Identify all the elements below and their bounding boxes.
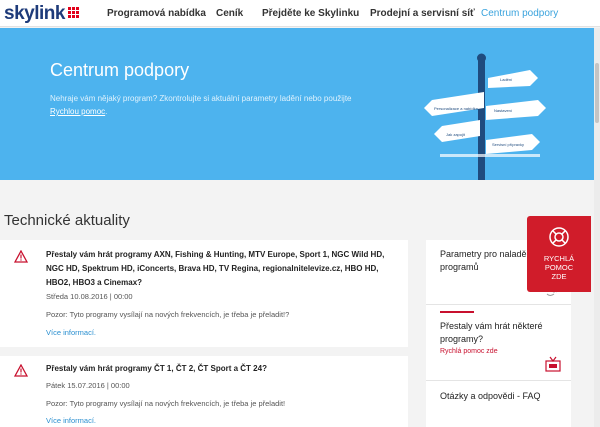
sign-label: Jak zapojit bbox=[446, 132, 466, 137]
signpost-pole bbox=[478, 60, 485, 180]
help-line: ZDE bbox=[551, 272, 567, 281]
hero-text: Nehraje vám nějaký program? Zkontrolujte… bbox=[50, 92, 380, 118]
more-info-link[interactable]: Více informací. bbox=[46, 416, 96, 425]
lifebuoy-icon bbox=[549, 227, 569, 247]
hero-banner: Centrum podpory Nehraje vám nějaký progr… bbox=[0, 28, 600, 180]
news-title[interactable]: Přestaly vám hrát programy ČT 1, ČT 2, Č… bbox=[46, 362, 394, 376]
tv-icon bbox=[545, 356, 561, 372]
quick-help-link[interactable]: Rychlou pomoc bbox=[50, 107, 105, 116]
sign-label: Personalizace a nabídka bbox=[434, 106, 479, 111]
news-body: Pozor: Tyto programy vysílají na nových … bbox=[46, 399, 286, 408]
signpost-illustration: Personalizace a nabídka Jak zapojit Nast… bbox=[424, 53, 546, 180]
quick-help-sublink[interactable]: Rychlá pomoc zde bbox=[440, 348, 498, 355]
sign-label: Ladění bbox=[500, 77, 513, 82]
nav-item-cenik[interactable]: Ceník bbox=[216, 8, 243, 19]
sign-label: Servisní přípravky bbox=[492, 142, 524, 147]
scrollbar-thumb[interactable] bbox=[595, 63, 599, 123]
nav-item-programova-nabidka[interactable]: Programová nabídka bbox=[107, 8, 206, 19]
side-accent-bar bbox=[440, 311, 474, 313]
news-date: Pátek 15.07.2016 | 00:00 bbox=[46, 381, 130, 390]
nav-item-prejdete-ke-skylinku[interactable]: Přejděte ke Skylinku bbox=[262, 8, 359, 19]
more-info-link[interactable]: Více informací. bbox=[46, 328, 96, 337]
sign-right-top bbox=[488, 70, 538, 88]
nav-item-centrum-podpory[interactable]: Centrum podpory bbox=[481, 8, 558, 19]
section-title: Technické aktuality bbox=[4, 212, 130, 229]
side-item-faq[interactable]: Otázky a odpovědi - FAQ bbox=[440, 390, 568, 403]
help-line: RYCHLÁ bbox=[543, 254, 575, 263]
news-card: Přestaly vám hrát programy AXN, Fishing … bbox=[0, 240, 408, 347]
hero-text-suffix: . bbox=[105, 107, 108, 116]
quick-help-label: RYCHLÁ POMOC ZDE bbox=[527, 254, 591, 281]
sign-label: Nastavení bbox=[494, 108, 513, 113]
side-item-prestaly[interactable]: Přestaly vám hrát některé programy? bbox=[440, 320, 568, 346]
news-title[interactable]: Přestaly vám hrát programy AXN, Fishing … bbox=[46, 248, 394, 290]
cloud bbox=[440, 154, 540, 157]
side-divider bbox=[426, 304, 571, 305]
logo-dots-icon bbox=[68, 7, 80, 19]
news-body: Pozor: Tyto programy vysílají na nových … bbox=[46, 310, 290, 319]
news-date: Středa 10.08.2016 | 00:00 bbox=[46, 292, 133, 301]
hero-title: Centrum podpory bbox=[50, 60, 190, 80]
help-line: POMOC bbox=[544, 263, 574, 272]
skylink-logo[interactable]: skylink bbox=[4, 3, 65, 25]
warning-icon bbox=[14, 250, 28, 263]
page-scrollbar[interactable] bbox=[594, 28, 600, 427]
hero-text-body: Nehraje vám nějaký program? Zkontrolujte… bbox=[50, 94, 352, 103]
top-navigation: skylink Programová nabídka Ceník Přejdět… bbox=[0, 0, 600, 27]
signpost-top bbox=[477, 53, 486, 63]
quick-help-button[interactable]: RYCHLÁ POMOC ZDE bbox=[527, 216, 591, 292]
side-divider bbox=[426, 380, 571, 381]
page: skylink Programová nabídka Ceník Přejdět… bbox=[0, 0, 600, 427]
sign-left-1 bbox=[424, 92, 484, 116]
news-card: Přestaly vám hrát programy ČT 1, ČT 2, Č… bbox=[0, 356, 408, 427]
nav-item-prodejni-sit[interactable]: Prodejní a servisní síť bbox=[370, 8, 475, 19]
sign-left-2 bbox=[434, 120, 480, 142]
warning-icon bbox=[14, 364, 28, 377]
